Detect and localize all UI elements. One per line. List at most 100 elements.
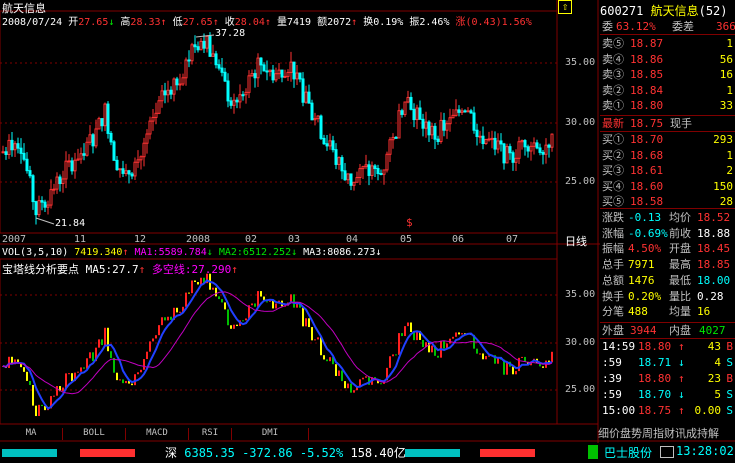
pagoda-bar (341, 370, 343, 382)
pagoda-bar (83, 367, 85, 369)
candle-body (70, 160, 74, 172)
buy-price: 18.68 (630, 148, 664, 162)
tab-boll[interactable]: BOLL (63, 428, 126, 440)
tab-rsi[interactable]: RSI (189, 428, 232, 440)
candle-body (40, 200, 44, 203)
candle-body (19, 147, 23, 154)
pagoda-bar (302, 307, 304, 327)
pagoda-bar (443, 340, 445, 349)
pagoda-bar (542, 366, 544, 368)
candle-body (73, 159, 77, 172)
candle-body (409, 96, 413, 110)
candle-body (514, 157, 518, 163)
stat-value: 0.20% (628, 289, 662, 303)
candle-body (25, 158, 29, 172)
candle-body (433, 125, 437, 140)
rp-code: 600271 (600, 4, 644, 18)
sell-row[interactable]: 卖④ 18.86 56 (600, 52, 735, 67)
candle-body (325, 143, 329, 147)
outer-label: 外盘 (602, 324, 624, 337)
pagoda-bar (134, 374, 136, 386)
open-label: 开 (68, 17, 79, 28)
buy-label: 买④ (602, 179, 624, 193)
stock-ticker[interactable]: 巴士股份 (604, 444, 652, 461)
candle-body (436, 138, 440, 143)
rp-bottom-tabs[interactable]: 细价盘势周指财讯成持解 (598, 425, 735, 441)
pagoda-bar (170, 316, 172, 320)
candle-body (469, 110, 473, 114)
x-label: 07 (506, 234, 519, 245)
candle-body (289, 61, 293, 73)
stats-row: 分笔 488 均量 16 (600, 304, 735, 319)
candle-body (13, 143, 17, 151)
sell-row[interactable]: 卖⑤ 18.87 1 (600, 36, 735, 51)
pagoda-bar (32, 384, 34, 406)
period-label[interactable]: 日线 (565, 233, 587, 249)
pagoda-bar (146, 351, 148, 360)
stat-value: 18.00 (697, 273, 731, 287)
candle-body (550, 133, 554, 148)
tab-macd[interactable]: MACD (126, 428, 189, 440)
candle-body (472, 112, 476, 131)
candle-body (76, 158, 80, 161)
candle-body (478, 135, 482, 138)
stats-row: 涨跌 -0.13 均价 18.52 (600, 210, 735, 225)
candle-body (88, 134, 92, 143)
pagoda-bar (233, 324, 235, 329)
candle-body (43, 201, 47, 208)
sell-row[interactable]: 卖① 18.80 33 (600, 98, 735, 113)
dividend-marker-icon[interactable]: $ (406, 216, 413, 229)
buy-label: 买③ (602, 164, 624, 177)
ma3-arrow: ↓ (375, 247, 382, 258)
candle-body (199, 40, 203, 51)
candle-body (250, 73, 254, 77)
pagoda-bar (185, 292, 187, 307)
candle-body (523, 140, 527, 148)
buy-row[interactable]: 买② 18.68 1 (600, 148, 735, 163)
candle-body (439, 119, 443, 143)
tab-dmi[interactable]: DMI (232, 428, 309, 440)
pagoda-bar (344, 381, 346, 389)
scroll-up-icon[interactable]: ⇧ (558, 0, 572, 14)
index-ticker[interactable]: 深 6385.35 -372.86 -5.52% 158.40亿 (165, 444, 406, 461)
candle-body (28, 170, 32, 177)
candle-body (310, 102, 314, 121)
pagoda-bar (236, 324, 238, 327)
tab-ma[interactable]: MA (0, 428, 63, 440)
tick-time: 15:00 (602, 404, 636, 417)
sell-price: 18.80 (630, 99, 664, 112)
candle-body (517, 141, 521, 159)
candle-body (175, 78, 179, 86)
sell-vol: 33 (719, 99, 733, 112)
candle-body (232, 99, 236, 106)
amt-value: 2072 (327, 17, 352, 28)
candle-body (412, 108, 416, 121)
candle-body (319, 115, 323, 139)
buy-row[interactable]: 买④ 18.60 150 (600, 179, 735, 194)
candle-body (109, 132, 113, 143)
lock-icon[interactable] (660, 446, 674, 458)
buy-row[interactable]: 买⑤ 18.58 28 (600, 194, 735, 209)
inner-label: 内盘 (669, 324, 691, 337)
pagoda-bar (314, 339, 316, 341)
sell-row[interactable]: 卖③ 18.85 16 (600, 67, 735, 82)
sell-label: 卖③ (602, 68, 624, 81)
pagoda-bar (317, 337, 319, 340)
tick-price: 18.80 (638, 372, 672, 385)
buy-price: 18.61 (630, 164, 664, 177)
sell-row[interactable]: 卖② 18.84 1 (600, 83, 735, 98)
pagoda-bar (161, 317, 163, 326)
last-label: 最新 (602, 117, 624, 130)
candle-body (466, 110, 470, 113)
pagoda-bar (308, 318, 310, 328)
rp-title: 600271 航天信息(52) (600, 2, 728, 19)
buy-row[interactable]: 买③ 18.61 2 (600, 163, 735, 178)
pagoda-bar (521, 356, 523, 358)
candle-body (352, 181, 356, 186)
candle-body (229, 100, 233, 106)
candle-body (427, 121, 431, 136)
pagoda-bar (338, 370, 340, 376)
tick-price: 18.75 (638, 404, 672, 417)
candle-body (301, 78, 305, 103)
buy-row[interactable]: 买① 18.70 293 (600, 132, 735, 147)
